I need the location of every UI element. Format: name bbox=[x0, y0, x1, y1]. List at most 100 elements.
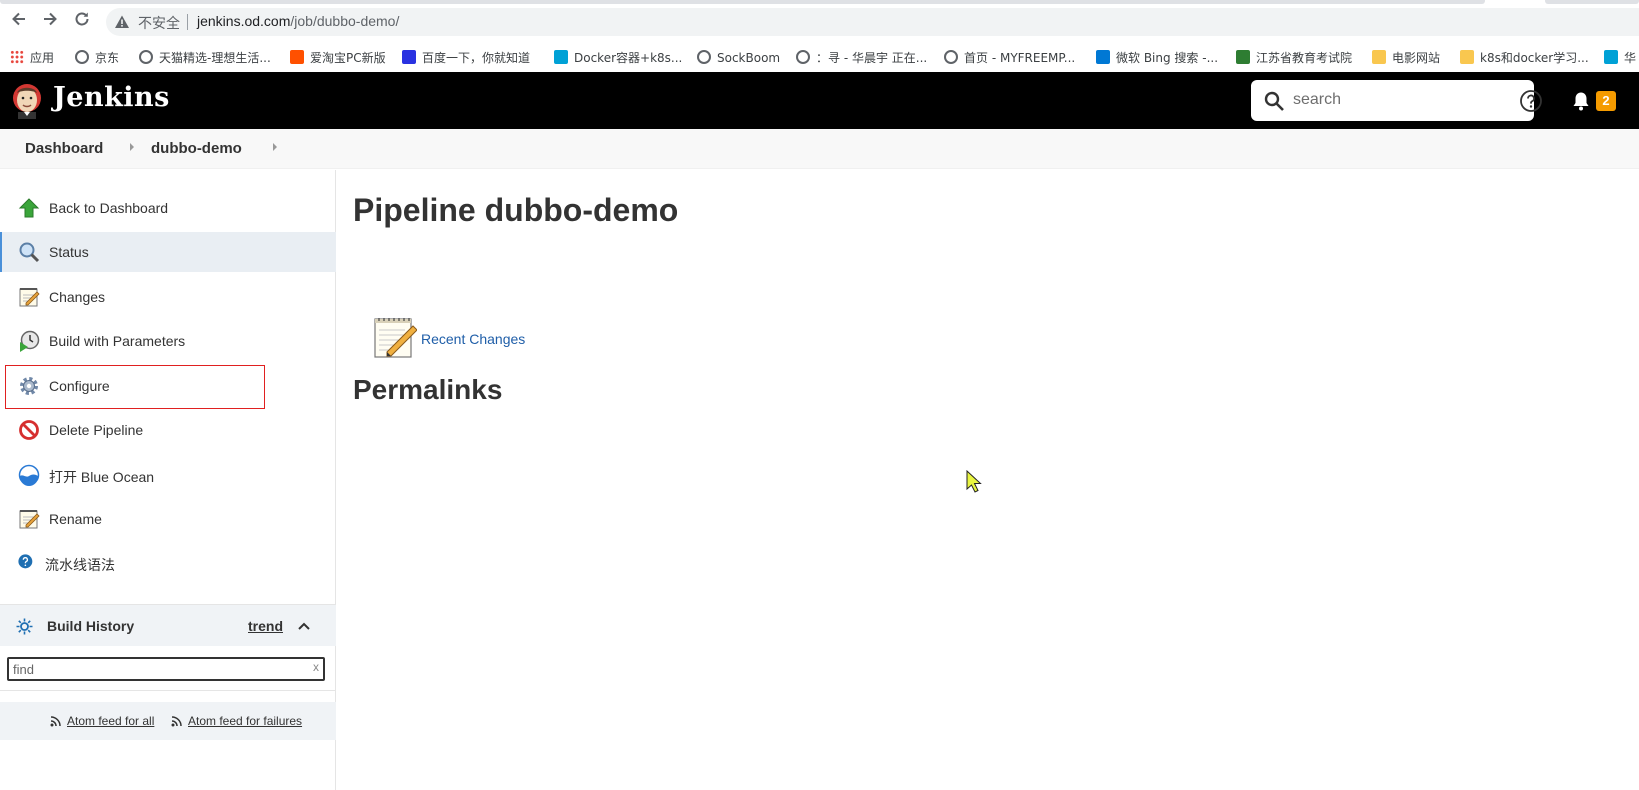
tab-strip-segment bbox=[0, 0, 1485, 4]
breadcrumb-dashboard[interactable]: Dashboard bbox=[25, 140, 103, 157]
bookmark-item[interactable]: 微软 Bing 搜索 -... bbox=[1096, 48, 1218, 68]
back-arrow-icon[interactable] bbox=[7, 10, 31, 34]
task-label: Back to Dashboard bbox=[49, 200, 169, 216]
bookmark-label: 江苏省教育考试院 bbox=[1256, 51, 1353, 65]
recent-changes-link[interactable]: Recent Changes bbox=[421, 331, 525, 347]
reload-icon[interactable] bbox=[70, 10, 94, 34]
breadcrumb: Dashboard dubbo-demo bbox=[0, 129, 1639, 169]
build-history-header: Build History trend bbox=[0, 604, 336, 646]
notepad-icon[interactable] bbox=[371, 314, 417, 360]
address-bar[interactable]: 不安全 jenkins.od.com/job/dubbo-demo/ bbox=[106, 8, 1639, 36]
bookmark-item[interactable]: Docker容器+k8s... bbox=[554, 48, 682, 68]
build-history-list bbox=[0, 690, 336, 702]
url-path: /job/dubbo-demo/ bbox=[290, 13, 400, 29]
url-text[interactable]: jenkins.od.com/job/dubbo-demo/ bbox=[197, 13, 399, 29]
task-open-blue-ocean[interactable]: 打开 Blue Ocean bbox=[0, 455, 336, 495]
notification-badge[interactable]: 2 bbox=[1596, 91, 1616, 111]
shield-leaf-icon bbox=[1236, 50, 1250, 64]
task-back-to-dashboard[interactable]: Back to Dashboard bbox=[0, 188, 336, 228]
page-title: Pipeline dubbo-demo bbox=[353, 192, 679, 228]
clock-play-icon bbox=[20, 330, 40, 352]
chevron-up-icon[interactable] bbox=[296, 618, 312, 634]
atom-feed-failures-link[interactable]: Atom feed for failures bbox=[188, 714, 302, 728]
bookmark-label: 京东 bbox=[95, 51, 120, 65]
help-icon[interactable] bbox=[1519, 89, 1543, 113]
bookmark-label: k8s和docker学习... bbox=[1480, 51, 1589, 65]
build-history-icon bbox=[16, 618, 33, 635]
task-label: Status bbox=[49, 244, 89, 260]
bookmark-item[interactable]: 天猫精选-理想生活... bbox=[139, 48, 271, 68]
task-changes[interactable]: Changes bbox=[0, 277, 336, 317]
bookmark-item[interactable]: k8s和docker学习... bbox=[1460, 48, 1589, 68]
apps-grid-icon bbox=[10, 50, 24, 64]
url-host: jenkins.od.com bbox=[197, 13, 291, 29]
jenkins-brand[interactable]: Jenkins bbox=[53, 82, 170, 113]
insecure-label[interactable]: 不安全 bbox=[138, 13, 180, 33]
task-label: Build with Parameters bbox=[49, 333, 186, 349]
task-build-with-parameters[interactable]: Build with Parameters bbox=[0, 321, 336, 361]
tab-strip bbox=[0, 0, 1639, 4]
jenkins-butler-icon[interactable] bbox=[10, 81, 44, 121]
bookmark-label: 爱淘宝PC新版 bbox=[310, 51, 386, 65]
bookmark-item[interactable]: 应用 bbox=[10, 48, 54, 68]
baidu-paw-icon bbox=[402, 50, 416, 64]
task-rename[interactable]: Rename bbox=[0, 499, 336, 539]
globe-icon bbox=[139, 50, 153, 64]
music-note-icon bbox=[796, 50, 810, 64]
bookmark-item[interactable]: 电影网站 bbox=[1372, 48, 1440, 68]
clear-find-button[interactable]: x bbox=[313, 660, 319, 674]
notepad-icon bbox=[19, 510, 40, 529]
forward-arrow-icon[interactable] bbox=[38, 10, 62, 34]
address-separator bbox=[187, 14, 188, 30]
bilibili-tv-icon bbox=[1604, 50, 1618, 64]
rss-icon bbox=[171, 716, 182, 727]
bookmark-label: SockBoom bbox=[717, 51, 781, 65]
bookmark-label: 应用 bbox=[30, 51, 55, 65]
find-input[interactable] bbox=[13, 660, 303, 678]
search-box bbox=[1251, 80, 1542, 121]
jenkins-header: Jenkins 2 bbox=[0, 72, 1639, 129]
task-pipeline-syntax[interactable]: 流水线语法 bbox=[0, 543, 336, 583]
bookmark-item[interactable]: 华 bbox=[1604, 48, 1636, 68]
task-label: Changes bbox=[49, 289, 106, 305]
bell-icon[interactable] bbox=[1572, 91, 1590, 111]
permalinks-heading: Permalinks bbox=[353, 374, 503, 405]
bookmark-item[interactable]: SockBoom bbox=[697, 48, 780, 68]
search-input[interactable] bbox=[1293, 88, 1493, 112]
breadcrumb-separator[interactable] bbox=[273, 143, 277, 151]
side-panel: Back to Dashboard Status Changes Build w… bbox=[0, 170, 336, 790]
task-delete-pipeline[interactable]: Delete Pipeline bbox=[0, 410, 336, 450]
bookmark-label: 微软 Bing 搜索 -... bbox=[1116, 51, 1219, 65]
warning-triangle-icon[interactable] bbox=[114, 14, 130, 30]
globe-icon bbox=[75, 50, 89, 64]
task-label: 流水线语法 bbox=[45, 557, 115, 573]
bookmark-item[interactable]: 首页 - MYFREEMP... bbox=[944, 48, 1075, 68]
build-history-title: Build History bbox=[47, 618, 135, 634]
mouse-cursor-icon bbox=[966, 470, 982, 493]
bookmark-item[interactable]: 江苏省教育考试院 bbox=[1236, 48, 1352, 68]
bookmark-label: 首页 - MYFREEMP... bbox=[964, 51, 1076, 65]
robot-icon bbox=[697, 50, 711, 64]
taobao-icon bbox=[290, 50, 304, 64]
browser-toolbar: 不安全 jenkins.od.com/job/dubbo-demo/ bbox=[0, 0, 1639, 44]
atom-feeds: Atom feed for all Atom feed for failures bbox=[0, 702, 336, 740]
atom-feed-all-link[interactable]: Atom feed for all bbox=[67, 714, 154, 728]
bookmark-item[interactable]: 爱淘宝PC新版 bbox=[290, 48, 386, 68]
trend-link[interactable]: trend bbox=[248, 618, 283, 634]
task-status[interactable]: Status bbox=[0, 232, 336, 272]
bookmark-item[interactable]: ：寻 - 华晨宇 正在... bbox=[796, 48, 927, 68]
help-circle-icon bbox=[18, 554, 33, 569]
globe-icon bbox=[944, 50, 958, 64]
bing-icon bbox=[1096, 50, 1110, 64]
bookmark-item[interactable]: 京东 bbox=[75, 48, 119, 68]
no-entry-icon bbox=[19, 420, 39, 440]
bookmark-item[interactable]: 百度一下，你就知道 bbox=[402, 48, 530, 68]
bookmark-label: 电影网站 bbox=[1392, 51, 1441, 65]
bookmark-label: Docker容器+k8s... bbox=[574, 51, 683, 65]
tab-strip-segment bbox=[1545, 0, 1639, 4]
up-arrow-icon bbox=[18, 198, 40, 218]
task-label: Delete Pipeline bbox=[49, 422, 144, 438]
blue-ocean-icon bbox=[18, 464, 40, 486]
breadcrumb-dubbo-demo[interactable]: dubbo-demo bbox=[151, 140, 242, 157]
breadcrumb-separator[interactable] bbox=[130, 143, 134, 151]
